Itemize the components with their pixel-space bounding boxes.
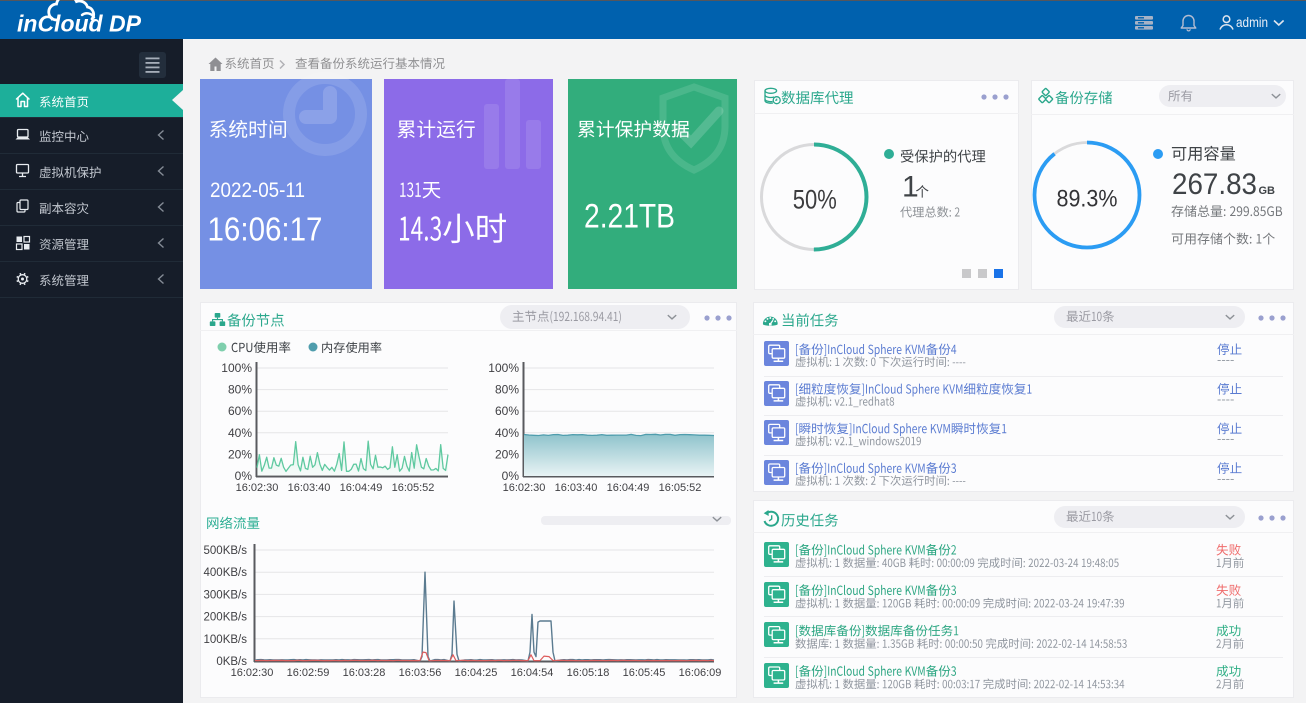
svg-text:20%: 20% (228, 447, 252, 461)
svg-text:80%: 80% (228, 383, 252, 397)
svg-text:16:04:49: 16:04:49 (340, 482, 383, 494)
svg-text:inCloud DP: inCloud DP (17, 11, 142, 37)
svg-text:16:04:54: 16:04:54 (511, 667, 554, 679)
svg-text:200KB/s: 200KB/s (204, 612, 248, 624)
svg-text:2.21TB: 2.21TB (584, 198, 675, 236)
svg-text:267.83: 267.83 (1172, 168, 1257, 201)
svg-text:16:03:56: 16:03:56 (399, 667, 442, 679)
svg-text:16:02:30: 16:02:30 (231, 667, 274, 679)
svg-text:1: 1 (902, 170, 919, 203)
svg-text:40%: 40% (495, 426, 519, 440)
svg-text:16:02:30: 16:02:30 (503, 482, 546, 494)
svg-text:admin: admin (1236, 15, 1268, 30)
svg-text:500KB/s: 500KB/s (204, 545, 248, 557)
svg-text:20%: 20% (495, 447, 519, 461)
svg-text:16:02:59: 16:02:59 (287, 667, 330, 679)
svg-text:0%: 0% (502, 469, 520, 483)
svg-text:GB: GB (1259, 185, 1276, 197)
svg-text:16:06:17: 16:06:17 (208, 211, 323, 248)
svg-text:80%: 80% (495, 383, 519, 397)
svg-text:16:04:25: 16:04:25 (455, 667, 498, 679)
svg-text:16:03:40: 16:03:40 (288, 482, 331, 494)
svg-text:16:05:18: 16:05:18 (567, 667, 610, 679)
svg-text:60%: 60% (495, 404, 519, 418)
svg-text:16:05:45: 16:05:45 (623, 667, 666, 679)
svg-text:16:04:49: 16:04:49 (607, 482, 650, 494)
svg-text:100%: 100% (488, 361, 519, 375)
svg-text:16:05:52: 16:05:52 (659, 482, 702, 494)
svg-text:16:02:30: 16:02:30 (236, 482, 279, 494)
svg-text:300KB/s: 300KB/s (204, 589, 248, 601)
svg-text:89.3%: 89.3% (1057, 186, 1118, 213)
svg-text:0%: 0% (235, 469, 253, 483)
svg-text:16:03:40: 16:03:40 (555, 482, 598, 494)
svg-text:40%: 40% (228, 426, 252, 440)
svg-text:400KB/s: 400KB/s (204, 567, 248, 579)
svg-text:100KB/s: 100KB/s (204, 634, 248, 646)
svg-text:16:03:28: 16:03:28 (343, 667, 386, 679)
svg-text:2022-05-11: 2022-05-11 (210, 179, 305, 202)
svg-text:60%: 60% (228, 404, 252, 418)
svg-text:16:05:52: 16:05:52 (392, 482, 435, 494)
svg-text:16:06:09: 16:06:09 (679, 667, 722, 679)
svg-text:50%: 50% (793, 185, 837, 215)
svg-text:100%: 100% (221, 361, 252, 375)
